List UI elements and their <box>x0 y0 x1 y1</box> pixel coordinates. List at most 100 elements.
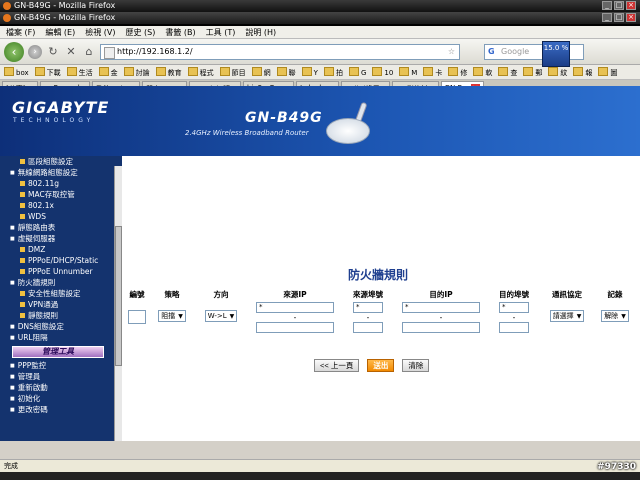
policy-select[interactable]: 阻擋 ▼ <box>158 310 186 322</box>
sidebar-item[interactable]: 虛擬伺服器 <box>0 233 122 244</box>
stop-icon[interactable]: ✕ <box>64 45 78 59</box>
forward-button[interactable]: › <box>28 44 42 59</box>
page-content: GIGABYTE TECHNOLOGY GN-B49G 2.4GHz Wirel… <box>0 86 640 441</box>
sidebar-scroll-thumb[interactable] <box>115 226 122 366</box>
sidebar-item[interactable]: 區段組態設定 <box>0 156 122 167</box>
logo-subtitle: TECHNOLOGY <box>13 117 95 124</box>
bookmark-item[interactable]: 查 <box>498 67 517 78</box>
sidebar-item[interactable]: VPN通過 <box>0 299 122 310</box>
log-select[interactable]: 解除 ▼ <box>601 310 629 322</box>
bookmark-item[interactable]: 節目 <box>220 67 246 78</box>
bookmark-item[interactable]: 教育 <box>156 67 182 78</box>
bookmark-item[interactable]: 程式 <box>188 67 214 78</box>
url-bar[interactable]: http://192.168.1.2/ ☆ <box>100 43 460 60</box>
menu-item[interactable]: 歷史 (S) <box>126 27 156 38</box>
menu-item[interactable]: 書籤 (B) <box>165 27 195 38</box>
bookmark-item[interactable]: 紋 <box>548 67 567 78</box>
bookmark-item[interactable]: 10 <box>372 67 393 77</box>
bookmark-item[interactable]: 下載 <box>35 67 61 78</box>
bookmark-item[interactable]: 聯 <box>277 67 296 78</box>
rule-number-input[interactable] <box>128 310 146 324</box>
bookmark-item[interactable]: 金 <box>99 67 118 78</box>
bookmark-item[interactable]: 報 <box>573 67 592 78</box>
sidebar-tool-item[interactable]: 重新啟動 <box>0 382 122 393</box>
source-ip-from-value: * <box>259 303 263 311</box>
sidebar-item[interactable]: 802.1x <box>0 200 122 211</box>
close-icon[interactable]: × <box>626 13 636 22</box>
sidebar-item[interactable]: 靜態路由表 <box>0 222 122 233</box>
navigation-toolbar: ‹ › ↻ ✕ ⌂ http://192.168.1.2/ ☆ G Google… <box>0 39 640 67</box>
minimize-icon[interactable]: _ <box>602 1 612 10</box>
sidebar-tool-item[interactable]: 更改密碼 <box>0 404 122 415</box>
column-header: 來源埠號 <box>353 289 383 299</box>
status-text: 完成 <box>4 462 18 470</box>
sidebar-item[interactable]: 無線網路組態設定 <box>0 167 122 178</box>
sidebar-tool-item[interactable]: 初始化 <box>0 393 122 404</box>
bookmark-item[interactable]: Y <box>302 67 318 77</box>
bookmark-item[interactable]: 討論 <box>124 67 150 78</box>
close-icon[interactable]: × <box>626 1 636 10</box>
menu-item[interactable]: 說明 (H) <box>245 27 276 38</box>
bookmark-item[interactable]: M <box>399 67 417 77</box>
maximize-icon[interactable]: □ <box>614 1 624 10</box>
maximize-icon[interactable]: □ <box>614 13 624 22</box>
sidebar-item[interactable]: URL阻隔 <box>0 332 122 343</box>
cell-source-ip: * - <box>246 300 344 337</box>
destination-port-from-input[interactable]: * <box>499 302 529 313</box>
sidebar-item[interactable]: WDS <box>0 211 122 222</box>
menu-item[interactable]: 檔案 (F) <box>6 27 35 38</box>
source-port-from-input[interactable]: * <box>353 302 383 313</box>
destination-ip-from-input[interactable]: * <box>402 302 480 313</box>
bookmark-item[interactable]: 拍 <box>324 67 343 78</box>
bookmark-item[interactable]: 網 <box>252 67 271 78</box>
sidebar-item[interactable]: 802.11g <box>0 178 122 189</box>
minimize-icon[interactable]: _ <box>602 13 612 22</box>
chevron-down-icon: ▼ <box>229 313 235 320</box>
direction-value: W->L <box>207 312 227 320</box>
bookmark-item[interactable]: box <box>4 67 29 77</box>
sidebar-item[interactable]: 防火牆規則 <box>0 277 122 288</box>
range-separator: - <box>366 313 370 322</box>
sidebar-item[interactable]: 安全性組態設定 <box>0 288 122 299</box>
bookmark-star-icon[interactable]: ☆ <box>448 45 455 59</box>
bookmark-item[interactable]: 軟 <box>473 67 492 78</box>
protocol-select[interactable]: 請選擇 ▼ <box>549 310 585 322</box>
clear-button[interactable]: 清除 <box>402 359 430 372</box>
sidebar-scrollbar[interactable] <box>114 166 122 441</box>
sidebar-item[interactable]: 靜態規則 <box>0 310 122 321</box>
destination-ip-to-input[interactable] <box>402 322 480 333</box>
chevron-down-icon: ▼ <box>178 313 183 320</box>
sidebar-item[interactable]: PPPoE Unnumber <box>0 266 122 277</box>
range-separator: - <box>512 313 516 322</box>
model-name: GN-B49G <box>245 110 323 126</box>
menu-item[interactable]: 工具 (T) <box>206 27 236 38</box>
destination-port-to-input[interactable] <box>499 322 529 333</box>
menu-item[interactable]: 編輯 (E) <box>45 27 75 38</box>
sidebar-tool-item[interactable]: 管理員 <box>0 371 122 382</box>
menu-item[interactable]: 檢視 (V) <box>85 27 115 38</box>
sidebar-tool-item[interactable]: PPP監控 <box>0 360 122 371</box>
window-controls: _ □ × <box>602 13 636 22</box>
reload-icon[interactable]: ↻ <box>46 45 60 59</box>
source-ip-from-input[interactable]: * <box>256 302 334 313</box>
source-port-to-input[interactable] <box>353 322 383 333</box>
home-icon[interactable]: ⌂ <box>82 45 96 59</box>
sidebar-item[interactable]: PPPoE/DHCP/Static <box>0 255 122 266</box>
submit-button[interactable]: 送出 <box>367 359 395 372</box>
sidebar-item[interactable]: DMZ <box>0 244 122 255</box>
bookmark-item[interactable]: 卡 <box>423 67 442 78</box>
cell-log: 解除 ▼ <box>596 300 634 337</box>
router-body <box>326 118 370 144</box>
chevron-down-icon: ▼ <box>576 313 582 320</box>
source-ip-to-input[interactable] <box>256 322 334 333</box>
bookmark-item[interactable]: 圖 <box>598 67 617 78</box>
prev-page-button[interactable]: << 上一頁 <box>314 359 360 372</box>
back-button[interactable]: ‹ <box>4 41 24 62</box>
bookmark-item[interactable]: G <box>349 67 366 77</box>
bookmark-item[interactable]: 生活 <box>67 67 93 78</box>
sidebar-item[interactable]: MAC存取控管 <box>0 189 122 200</box>
bookmark-item[interactable]: 郵 <box>523 67 542 78</box>
bookmark-item[interactable]: 修 <box>448 67 467 78</box>
sidebar-item[interactable]: DNS組態設定 <box>0 321 122 332</box>
direction-select[interactable]: W->L ▼ <box>204 310 238 322</box>
